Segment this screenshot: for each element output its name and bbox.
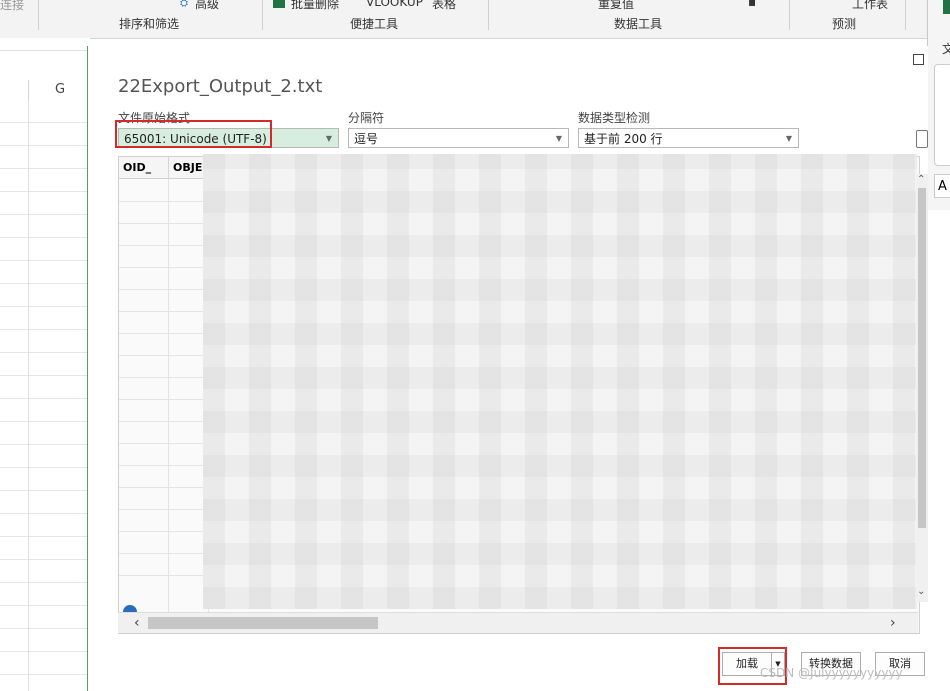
chevron-down-icon: ▼ <box>785 134 792 143</box>
right-side-panel: 文 A <box>927 0 950 210</box>
ribbon-separator <box>488 0 489 30</box>
chevron-down-icon: ▼ <box>555 134 562 143</box>
grid-row-line <box>119 487 209 488</box>
scroll-left-icon[interactable]: ‹ <box>134 613 140 633</box>
grid-row-line <box>119 245 209 246</box>
ribbon-connect-fragment: 连接 <box>0 0 25 12</box>
batch-delete-button[interactable]: 批量删除 <box>291 0 339 12</box>
chevron-down-icon[interactable]: ⌄ <box>345 0 352 1</box>
grid-row-line <box>119 377 209 378</box>
grid-row-line <box>119 333 209 334</box>
scroll-right-icon[interactable]: › <box>890 613 896 633</box>
grid-row-line <box>119 399 209 400</box>
column-header-oid[interactable]: OID_ <box>119 157 169 179</box>
scroll-down-icon[interactable]: ⌄ <box>917 586 925 597</box>
column-line <box>28 100 29 691</box>
scrollbar-thumb[interactable] <box>148 617 378 629</box>
group-sort-filter: 排序和筛选 <box>119 17 180 31</box>
panel-fragment: 文 <box>942 42 950 56</box>
excel-icon <box>273 0 285 8</box>
watermark: CSDN @Julyyyyyyyyyyy <box>760 666 903 680</box>
dialog-title: 22Export_Output_2.txt <box>118 76 323 97</box>
grid-row-line <box>119 289 209 290</box>
delimiter-select[interactable]: 逗号 ▼ <box>348 128 569 148</box>
grid-row-line <box>119 443 209 444</box>
delimiter-label: 分隔符 <box>348 111 385 125</box>
worksheet-button[interactable]: 工作表 <box>852 0 888 12</box>
sheet-cells[interactable] <box>0 100 90 691</box>
group-forecast: 预测 <box>832 17 857 31</box>
table-icon[interactable] <box>916 130 928 148</box>
import-dialog: 22Export_Output_2.txt 文件原始格式 65001: Unic… <box>87 46 928 691</box>
grid-row-line <box>119 311 209 312</box>
panel-button[interactable]: A <box>934 174 950 198</box>
advanced-filter-icon: ⛭ <box>180 0 188 9</box>
grid-row-line <box>119 531 209 532</box>
vertical-scrollbar[interactable] <box>916 174 928 602</box>
grid-row-line <box>119 421 209 422</box>
chevron-down-icon: ▼ <box>325 134 332 143</box>
scroll-up-icon[interactable]: ⌃ <box>917 174 925 185</box>
grid-row-line <box>119 355 209 356</box>
column-header-g[interactable]: G <box>28 80 91 100</box>
group-quick-tools: 便捷工具 <box>350 17 399 31</box>
grid-row-line <box>119 575 209 576</box>
delimiter-value: 逗号 <box>354 132 379 146</box>
excel-icon <box>943 0 950 14</box>
grid-row-line <box>119 267 209 268</box>
panel-card <box>934 64 950 166</box>
scrollbar-thumb[interactable] <box>918 188 926 528</box>
blurred-data-region <box>203 154 917 609</box>
grid-row-line <box>119 223 209 224</box>
ribbon-fragment: ▪ <box>748 0 757 9</box>
type-detect-select[interactable]: 基于前 200 行 ▼ <box>578 128 799 148</box>
duplicates-button[interactable]: 重复值 <box>598 0 634 12</box>
highlight-box <box>115 120 272 148</box>
grid-row-line <box>119 509 209 510</box>
ribbon-separator <box>905 0 906 30</box>
vlookup-button[interactable]: VLOOKUP <box>366 0 423 9</box>
ribbon-separator <box>789 0 790 30</box>
ribbon-separator <box>262 0 263 30</box>
row-line <box>0 50 90 51</box>
table-button[interactable]: 表格 <box>432 0 456 12</box>
grid-row-line <box>119 465 209 466</box>
ribbon: 连接 ⛭ 高级 批量删除 ⌄ VLOOKUP 表格 重复值 ▪ 工作表 排序和筛… <box>0 0 950 39</box>
advanced-filter-button[interactable]: 高级 <box>195 0 219 12</box>
grid-row-line <box>119 553 209 554</box>
group-data-tools: 数据工具 <box>614 17 663 31</box>
grid-row-line <box>119 201 209 202</box>
maximize-icon[interactable] <box>913 54 924 65</box>
ribbon-separator <box>38 0 39 30</box>
horizontal-scrollbar[interactable]: ‹ › <box>118 612 918 633</box>
type-detect-label: 数据类型检测 <box>578 111 651 125</box>
type-detect-value: 基于前 200 行 <box>584 132 663 146</box>
